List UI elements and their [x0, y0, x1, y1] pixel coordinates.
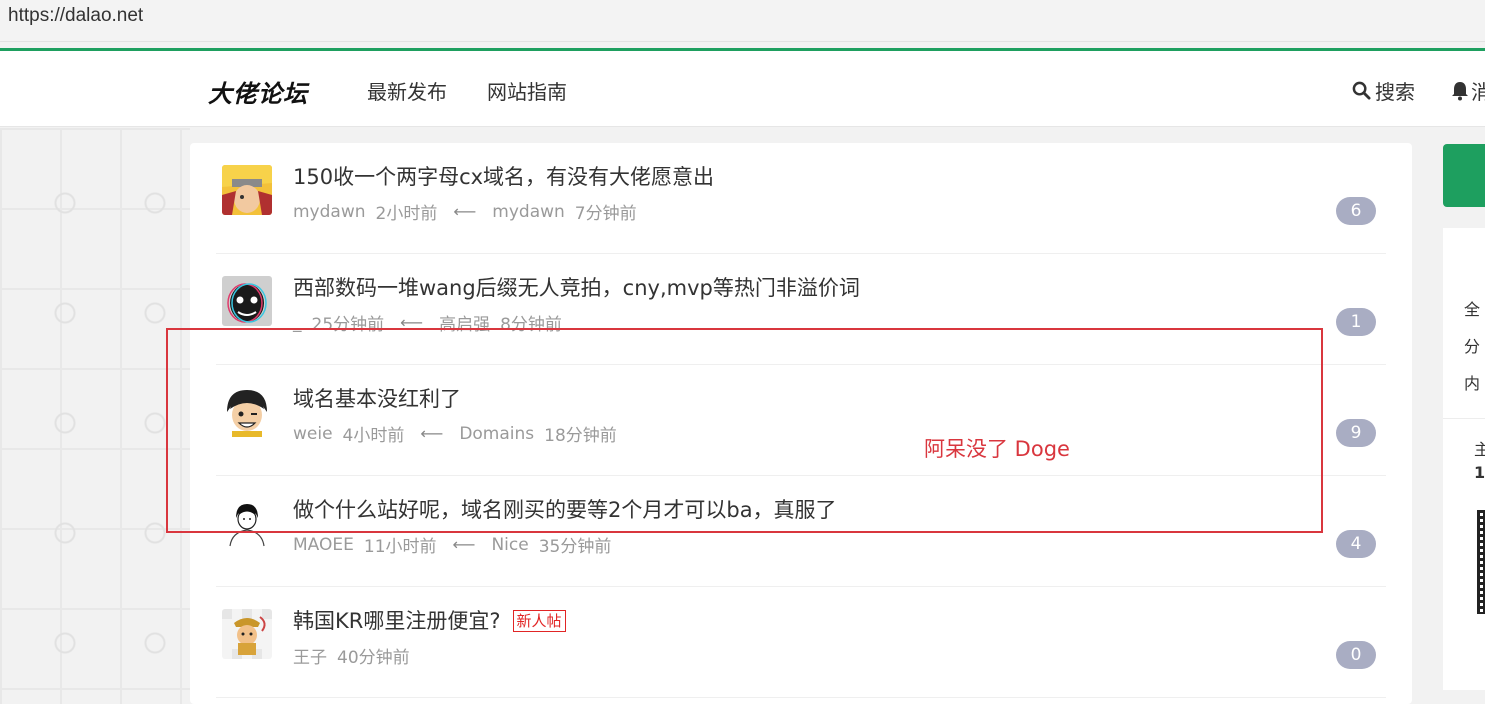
topic-author[interactable]: MAOEE: [293, 535, 354, 555]
topic-posted-time: 2小时前: [375, 204, 438, 224]
sidebar-heading: 主: [1474, 440, 1485, 459]
monkey-king-avatar[interactable]: [222, 609, 272, 659]
reply-count-badge: 1: [1336, 308, 1376, 336]
annotation-box: [166, 328, 1323, 533]
topic-meta: mydawn 2小时前 ⟵ mydawn 7分钟前: [293, 199, 637, 225]
reply-arrow-icon: ⟵: [453, 202, 477, 221]
qr-code: [1477, 510, 1485, 614]
search-icon: [1352, 81, 1371, 100]
nav-guide[interactable]: 网站指南: [487, 76, 567, 105]
site-header: 大佬论坛 最新发布 网站指南 搜索 消: [0, 51, 1485, 127]
search-button[interactable]: 搜索: [1352, 76, 1415, 105]
new-user-tag: 新人帖: [512, 610, 566, 632]
orange-ninja-avatar[interactable]: [222, 165, 272, 215]
topic-row[interactable]: 150收一个两字母cx域名，有没有大佬愿意出 mydawn 2小时前 ⟵ myd…: [216, 143, 1386, 254]
topic-author[interactable]: mydawn: [293, 202, 366, 222]
notification-button[interactable]: 消: [1451, 76, 1485, 105]
reply-arrow-icon: ⟵: [452, 535, 476, 554]
topic-title[interactable]: 韩国KR哪里注册便宜? 新人帖: [293, 605, 566, 635]
topic-title[interactable]: 西部数码一堆wang后缀无人竞拍，cny,mvp等热门非溢价词: [293, 272, 860, 302]
search-label: 搜索: [1375, 80, 1415, 104]
sidebar-item[interactable]: 全: [1464, 296, 1480, 320]
sidebar-item[interactable]: 内: [1464, 370, 1480, 394]
glitch-face-avatar[interactable]: [222, 276, 272, 326]
url-text[interactable]: https://dalao.net: [8, 5, 143, 27]
last-replier[interactable]: Nice: [491, 535, 528, 555]
notification-label: 消: [1471, 80, 1485, 104]
reply-count-badge: 0: [1336, 641, 1376, 669]
last-reply-time: 7分钟前: [574, 204, 637, 224]
topic-row[interactable]: 韩国KR哪里注册便宜? 新人帖 王子 40分钟前 0: [216, 587, 1386, 698]
reply-count-badge: 4: [1336, 530, 1376, 558]
topic-posted-time: 11小时前: [363, 537, 437, 557]
topic-row: [216, 698, 1386, 704]
topic-title-text[interactable]: 韩国KR哪里注册便宜?: [293, 609, 501, 633]
new-post-button[interactable]: [1443, 144, 1485, 207]
topic-title[interactable]: 150收一个两字母cx域名，有没有大佬愿意出: [293, 161, 714, 191]
sidebar-item[interactable]: 分: [1464, 333, 1480, 357]
sidebar-divider: [1443, 418, 1485, 419]
topic-posted-time: 40分钟前: [337, 648, 410, 668]
sidebar-stat: 1: [1474, 463, 1485, 482]
reply-count-badge: 9: [1336, 419, 1376, 447]
site-logo[interactable]: 大佬论坛: [208, 74, 308, 109]
topic-author[interactable]: 王子: [293, 643, 327, 668]
topic-meta: MAOEE 11小时前 ⟵ Nice 35分钟前: [293, 532, 612, 558]
topic-meta: 王子 40分钟前: [293, 643, 410, 668]
nav-latest[interactable]: 最新发布: [367, 76, 447, 105]
browser-address-bar[interactable]: https://dalao.net: [0, 0, 1485, 42]
last-replier[interactable]: mydawn: [492, 202, 565, 222]
annotation-text: 阿呆没了 Doge: [924, 437, 1070, 461]
background-pattern: [0, 128, 190, 704]
last-reply-time: 35分钟前: [538, 537, 612, 557]
reply-count-badge: 6: [1336, 197, 1376, 225]
bell-icon: [1452, 81, 1468, 100]
